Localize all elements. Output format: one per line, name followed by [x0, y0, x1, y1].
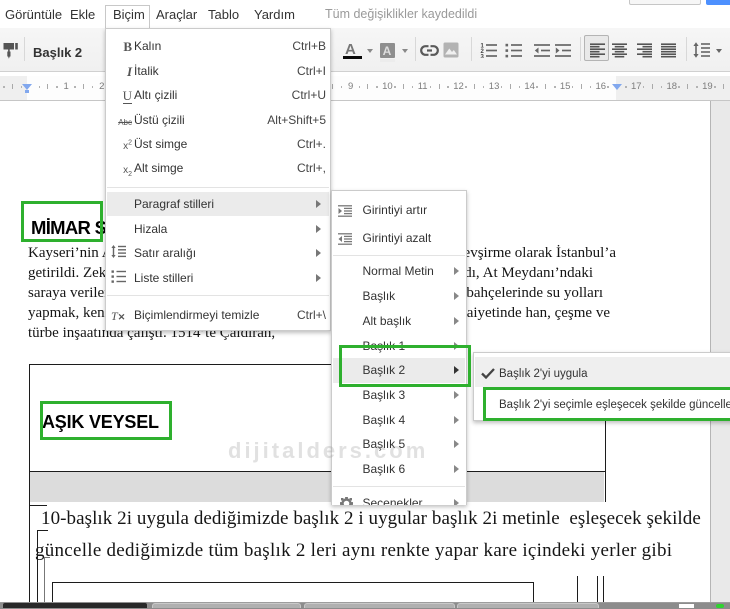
svg-text:3: 3 [481, 55, 485, 59]
